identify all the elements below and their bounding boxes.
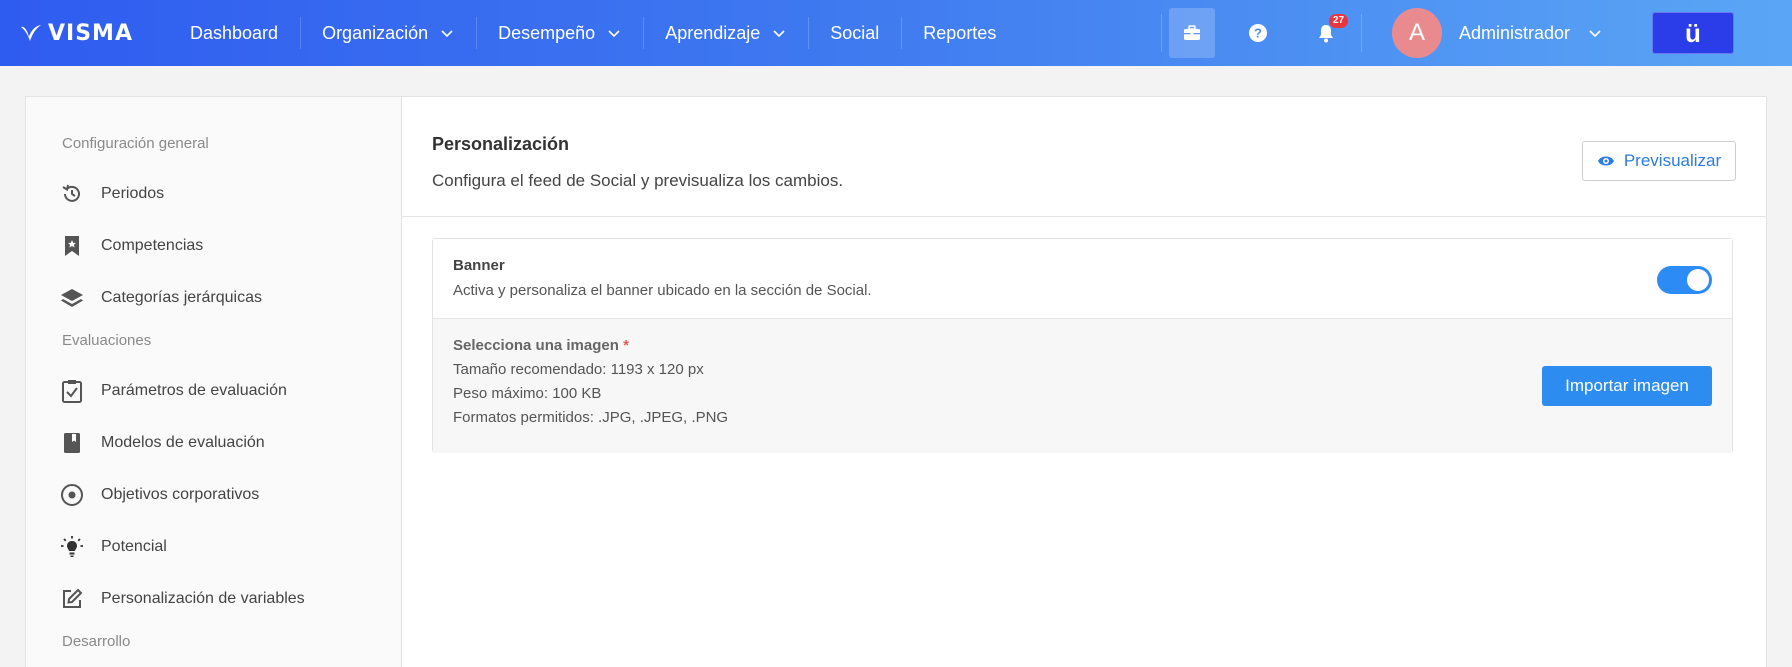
sidebar-item-label: Periodos — [101, 185, 165, 202]
import-image-button[interactable]: Importar imagen — [1542, 366, 1712, 406]
divider — [1360, 14, 1362, 52]
required-mark: * — [623, 337, 629, 354]
banner-panel-header: Banner Activa y personaliza el banner ub… — [433, 239, 1732, 319]
nav-label: Organización — [322, 22, 429, 43]
sidebar-item-label: Modelos de evaluación — [101, 434, 265, 451]
nav-aprendizaje[interactable]: Aprendizaje — [643, 0, 808, 66]
sidebar-group-title: Evaluaciones — [62, 332, 152, 349]
user-menu[interactable]: Administrador — [1459, 23, 1602, 44]
book-icon — [60, 431, 84, 455]
nav-label: Desempeño — [498, 22, 596, 43]
clipboard-check-icon — [60, 379, 84, 403]
header-tools: ? 27 A Administrador ü — [1160, 0, 1792, 66]
banner-toggle[interactable] — [1657, 266, 1712, 294]
recommended-size: Tamaño recomendado: 1193 x 120 px — [453, 361, 704, 378]
target-icon — [60, 483, 84, 507]
nav-dashboard[interactable]: Dashboard — [170, 0, 300, 66]
sidebar-item-label: Potencial — [101, 538, 167, 555]
chevron-down-icon — [441, 30, 453, 38]
sidebar-item-modelos[interactable]: Modelos de evaluación — [26, 417, 401, 469]
nav-organizacion[interactable]: Organización — [300, 0, 476, 66]
nav-label: Dashboard — [190, 22, 279, 43]
sidebar-item-label: Personalización de variables — [101, 590, 305, 607]
nav-label: Social — [830, 22, 880, 43]
main-nav: Dashboard Organización Desempeño Aprendi… — [170, 0, 1018, 66]
visma-logo[interactable]: VISMA — [20, 0, 170, 66]
notification-badge: 27 — [1328, 14, 1349, 28]
nav-label: Aprendizaje — [665, 22, 761, 43]
banner-description: Activa y personaliza el banner ubicado e… — [453, 282, 872, 299]
sidebar-item-label: Competencias — [101, 237, 204, 254]
app-switch-button[interactable]: ü — [1652, 12, 1734, 54]
nav-social[interactable]: Social — [808, 0, 901, 66]
settings-sidebar: Configuración general Periodos Competenc… — [26, 97, 402, 667]
image-label-text: Selecciona una imagen — [453, 337, 619, 354]
sidebar-group-title: Configuración general — [62, 135, 209, 152]
lightbulb-icon — [60, 535, 84, 559]
nav-desempeno[interactable]: Desempeño — [476, 0, 643, 66]
preview-label: Previsualizar — [1623, 151, 1722, 170]
sidebar-item-categorias[interactable]: Categorías jerárquicas — [26, 272, 401, 324]
sidebar-item-label: Objetivos corporativos — [101, 486, 260, 503]
sidebar-item-personalizacion-variables[interactable]: Personalización de variables — [26, 573, 401, 625]
visma-logo-icon — [21, 25, 41, 41]
sidebar-item-potencial[interactable]: Potencial — [26, 521, 401, 573]
help-button[interactable]: ? — [1235, 8, 1281, 58]
banner-image-section: Selecciona una imagen * Tamaño recomenda… — [433, 319, 1732, 453]
sidebar-item-label: Categorías jerárquicas — [101, 289, 262, 306]
sidebar-item-periodos[interactable]: Periodos — [26, 168, 401, 220]
briefcase-icon — [1183, 25, 1200, 40]
settings-card: Configuración general Periodos Competenc… — [25, 96, 1767, 667]
nav-label: Reportes — [923, 22, 997, 43]
banner-panel: Banner Activa y personaliza el banner ub… — [432, 238, 1733, 453]
sidebar-group-title: Desarrollo — [62, 633, 131, 650]
sidebar-item-objetivos[interactable]: Objetivos corporativos — [26, 469, 401, 521]
logo-text: VISMA — [48, 20, 133, 46]
history-icon — [60, 182, 84, 206]
nav-reportes[interactable]: Reportes — [901, 0, 1018, 66]
allowed-formats: Formatos permitidos: .JPG, .JPEG, .PNG — [453, 409, 729, 426]
page-title: Personalización — [432, 134, 570, 154]
sidebar-item-label: Parámetros de evaluación — [101, 382, 287, 399]
sidebar-item-competencias[interactable]: Competencias — [26, 220, 401, 272]
top-navigation-bar: VISMA Dashboard Organización Desempeño A… — [0, 0, 1792, 66]
notifications-button[interactable]: 27 — [1303, 8, 1349, 58]
max-weight: Peso máximo: 100 KB — [453, 385, 602, 402]
sidebar-item-parametros[interactable]: Parámetros de evaluación — [26, 365, 401, 417]
avatar[interactable]: A — [1391, 8, 1442, 58]
chevron-down-icon — [773, 30, 785, 38]
help-icon: ? — [1248, 24, 1267, 42]
chevron-down-icon — [1589, 30, 1601, 38]
user-name: Administrador — [1458, 22, 1570, 43]
main-content: Personalización Configura el feed de Soc… — [402, 97, 1766, 667]
content-header: Personalización Configura el feed de Soc… — [402, 97, 1766, 217]
page-subtitle: Configura el feed de Social y previsuali… — [432, 171, 844, 190]
preview-button[interactable]: Previsualizar — [1582, 141, 1736, 181]
image-select-label: Selecciona una imagen * — [453, 337, 1712, 354]
edit-icon — [60, 587, 84, 611]
briefcase-button[interactable] — [1168, 8, 1215, 58]
svg-text:?: ? — [1254, 26, 1262, 41]
chevron-down-icon — [608, 30, 620, 38]
bookmark-star-icon — [60, 234, 84, 258]
layers-icon — [60, 286, 84, 310]
eye-icon — [1597, 154, 1615, 168]
divider — [1160, 14, 1162, 52]
banner-title: Banner — [453, 257, 505, 274]
